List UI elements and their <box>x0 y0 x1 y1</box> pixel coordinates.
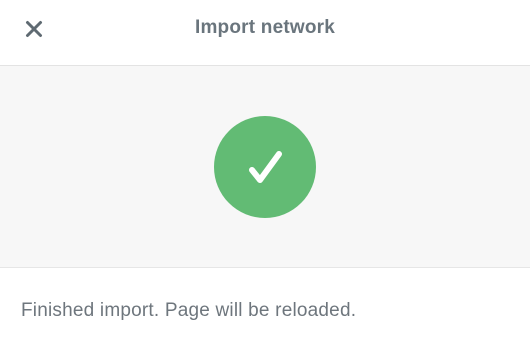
status-panel <box>0 66 530 268</box>
dialog-header: Import network <box>0 0 530 66</box>
dialog-title: Import network <box>194 16 336 38</box>
import-network-dialog: Import network Finished import. Page wil… <box>0 0 530 348</box>
status-message: Finished import. Page will be reloaded. <box>21 300 357 321</box>
close-button[interactable] <box>20 15 48 43</box>
checkmark-icon <box>249 150 282 183</box>
success-indicator <box>214 115 316 218</box>
close-icon <box>26 21 42 37</box>
